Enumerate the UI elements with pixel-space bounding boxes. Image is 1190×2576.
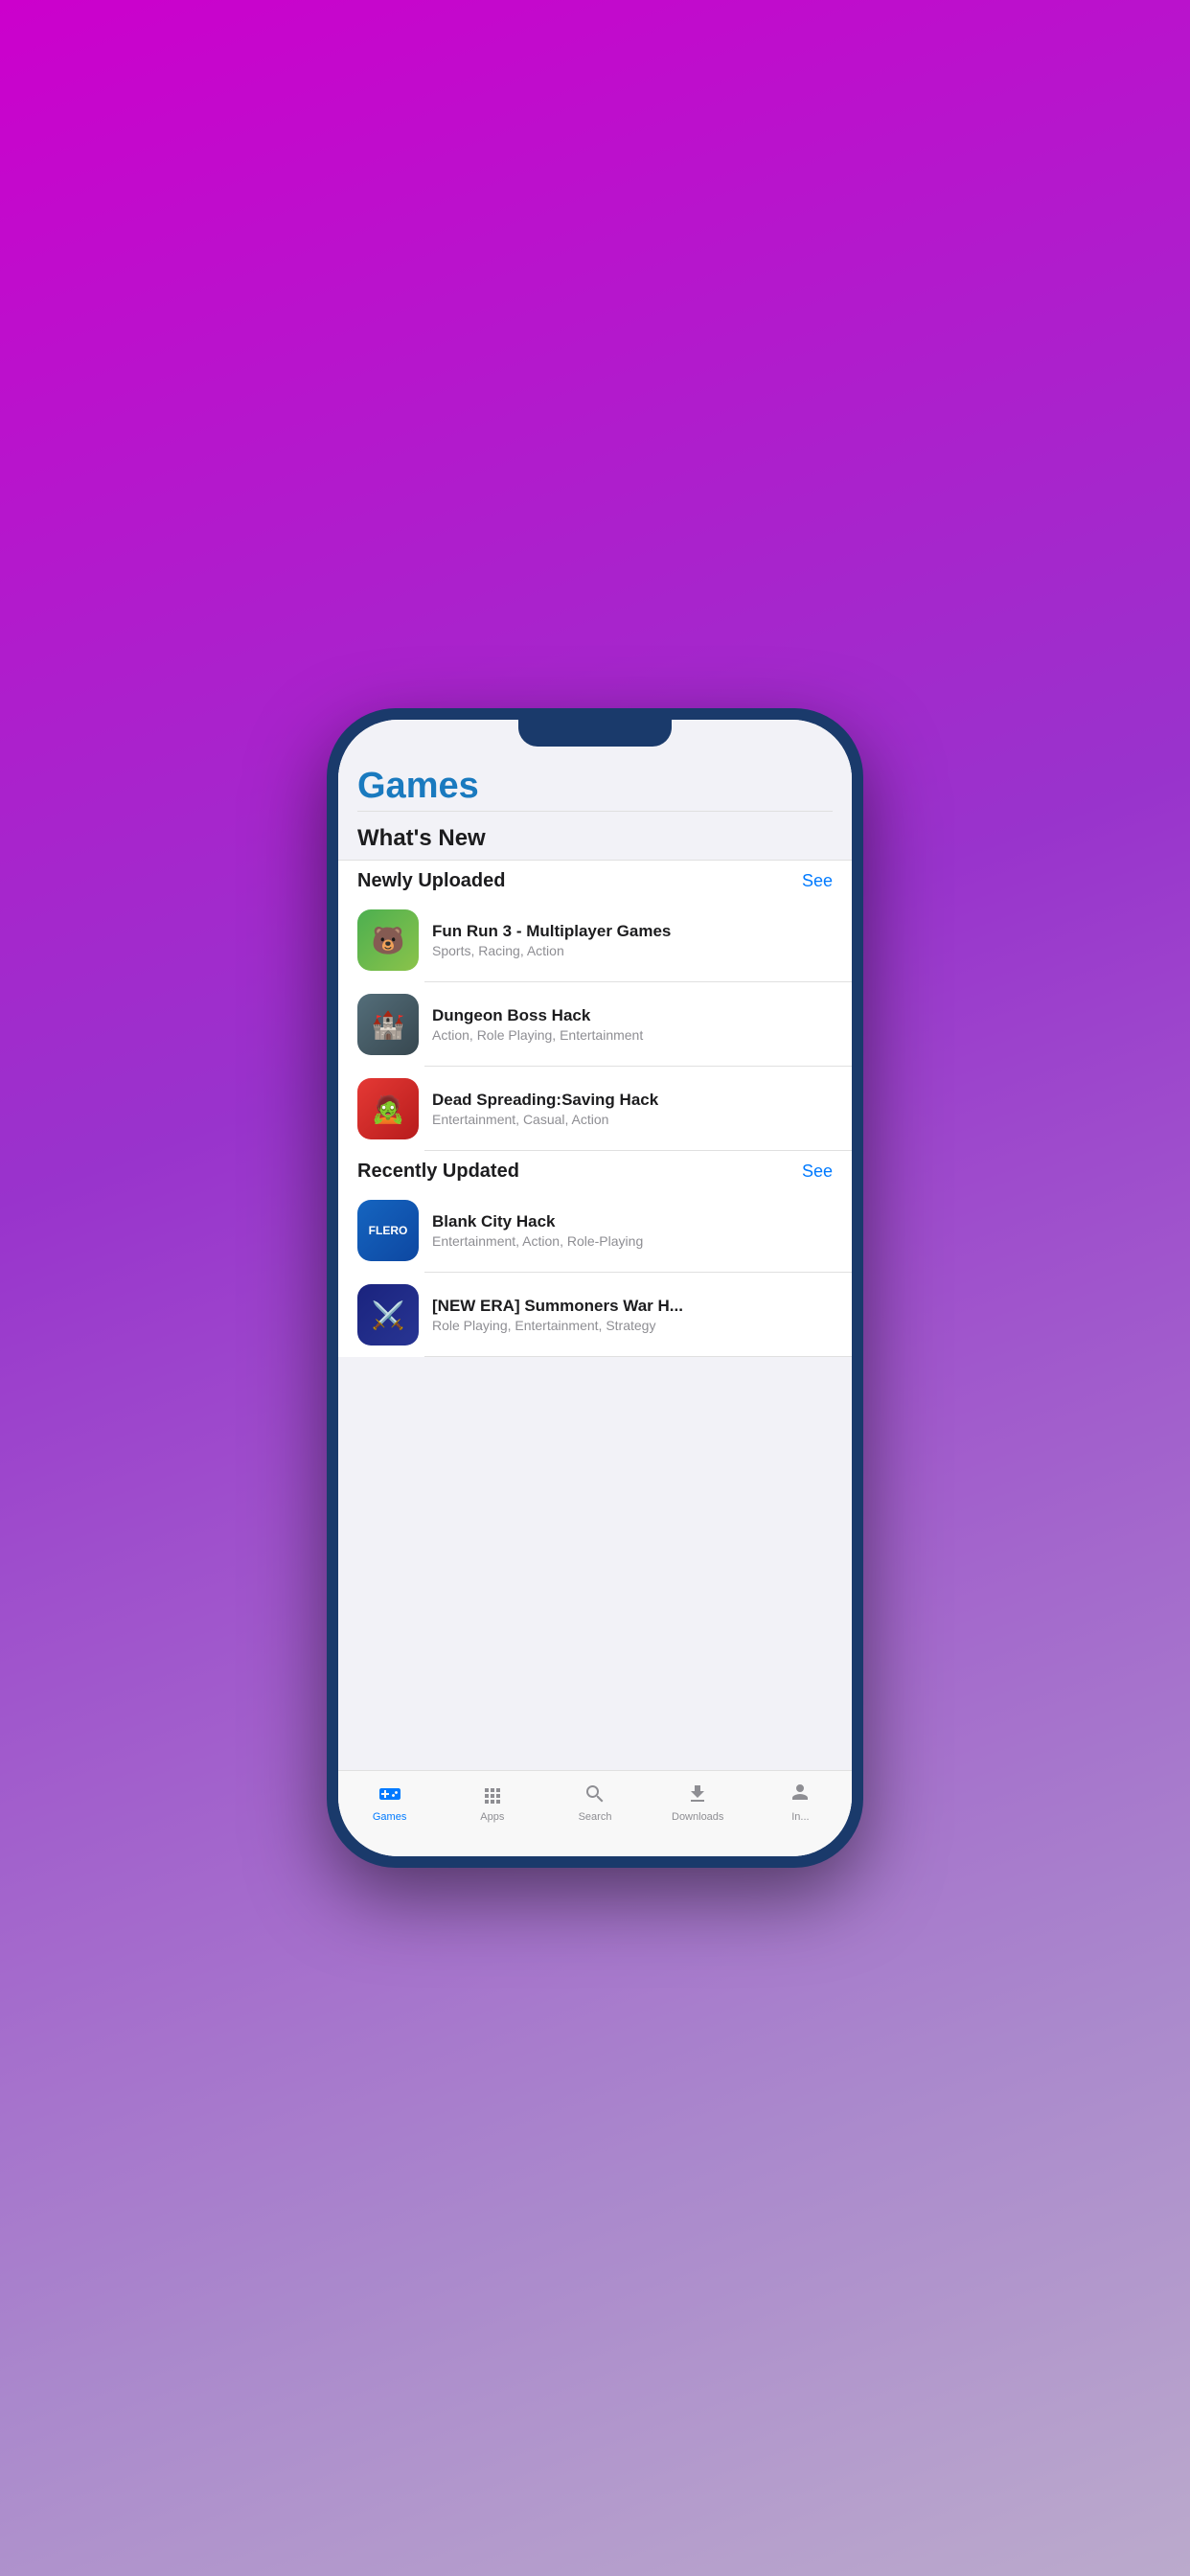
spacer <box>338 1357 852 1770</box>
app-info: Blank City Hack Entertainment, Action, R… <box>432 1212 833 1249</box>
whats-new-section: What's New <box>338 812 852 860</box>
search-icon <box>582 1781 608 1807</box>
notch-area <box>338 720 852 758</box>
list-item[interactable]: ⚔️ [NEW ERA] Summoners War H... Role Pla… <box>338 1273 852 1357</box>
recently-updated-title: Recently Updated <box>357 1161 519 1183</box>
tab-downloads[interactable]: Downloads <box>647 1781 749 1823</box>
app-icon-funrun: 🐻 <box>357 909 419 971</box>
app-icon-summoners: ⚔️ <box>357 1284 419 1346</box>
newly-uploaded-list: 🐻 Fun Run 3 - Multiplayer Games Sports, … <box>338 898 852 1151</box>
recently-updated-see[interactable]: See <box>802 1162 833 1182</box>
notch <box>518 720 672 747</box>
games-icon <box>377 1781 403 1807</box>
search-tab-label: Search <box>579 1811 612 1823</box>
app-name: [NEW ERA] Summoners War H... <box>432 1297 833 1316</box>
page-title: Games <box>357 766 833 807</box>
newly-uploaded-header: Newly Uploaded See <box>338 861 852 898</box>
screen-content: Games What's New Newly Uploaded See 🐻 <box>338 758 852 1856</box>
phone-frame: Games What's New Newly Uploaded See 🐻 <box>327 708 863 1868</box>
newly-uploaded-title: Newly Uploaded <box>357 870 505 892</box>
app-icon-blank: FLERO <box>357 1200 419 1261</box>
app-name: Blank City Hack <box>432 1212 833 1231</box>
list-item[interactable]: 🧟 Dead Spreading:Saving Hack Entertainme… <box>338 1067 852 1151</box>
app-info: Dungeon Boss Hack Action, Role Playing, … <box>432 1006 833 1043</box>
app-info: Fun Run 3 - Multiplayer Games Sports, Ra… <box>432 922 833 958</box>
tab-search[interactable]: Search <box>543 1781 646 1823</box>
app-categories: Sports, Racing, Action <box>432 943 833 958</box>
list-item[interactable]: 🐻 Fun Run 3 - Multiplayer Games Sports, … <box>338 898 852 982</box>
list-item[interactable]: 🏰 Dungeon Boss Hack Action, Role Playing… <box>338 982 852 1067</box>
tab-apps[interactable]: Apps <box>441 1781 543 1823</box>
app-categories: Role Playing, Entertainment, Strategy <box>432 1318 833 1333</box>
phone-screen: Games What's New Newly Uploaded See 🐻 <box>338 720 852 1856</box>
info-tab-label: In... <box>791 1811 809 1823</box>
apps-icon <box>479 1781 506 1807</box>
app-info: [NEW ERA] Summoners War H... Role Playin… <box>432 1297 833 1333</box>
page-header: Games <box>338 758 852 811</box>
recently-updated-list: FLERO Blank City Hack Entertainment, Act… <box>338 1188 852 1357</box>
apps-tab-label: Apps <box>480 1811 504 1823</box>
newly-uploaded-see[interactable]: See <box>802 871 833 891</box>
whats-new-title: What's New <box>357 825 833 852</box>
downloads-tab-label: Downloads <box>672 1811 723 1823</box>
tab-info[interactable]: In... <box>749 1781 852 1823</box>
downloads-icon <box>684 1781 711 1807</box>
app-categories: Action, Role Playing, Entertainment <box>432 1027 833 1043</box>
app-info: Dead Spreading:Saving Hack Entertainment… <box>432 1091 833 1127</box>
games-tab-label: Games <box>373 1811 406 1823</box>
app-categories: Entertainment, Action, Role-Playing <box>432 1233 833 1249</box>
app-categories: Entertainment, Casual, Action <box>432 1112 833 1127</box>
tab-games[interactable]: Games <box>338 1781 441 1823</box>
recently-updated-header: Recently Updated See <box>338 1151 852 1188</box>
app-name: Dungeon Boss Hack <box>432 1006 833 1025</box>
app-icon-dead: 🧟 <box>357 1078 419 1139</box>
app-icon-dungeon: 🏰 <box>357 994 419 1055</box>
app-name: Fun Run 3 - Multiplayer Games <box>432 922 833 941</box>
app-name: Dead Spreading:Saving Hack <box>432 1091 833 1110</box>
tab-bar: Games Apps Searc <box>338 1770 852 1856</box>
list-item[interactable]: FLERO Blank City Hack Entertainment, Act… <box>338 1188 852 1273</box>
info-icon <box>787 1781 813 1807</box>
